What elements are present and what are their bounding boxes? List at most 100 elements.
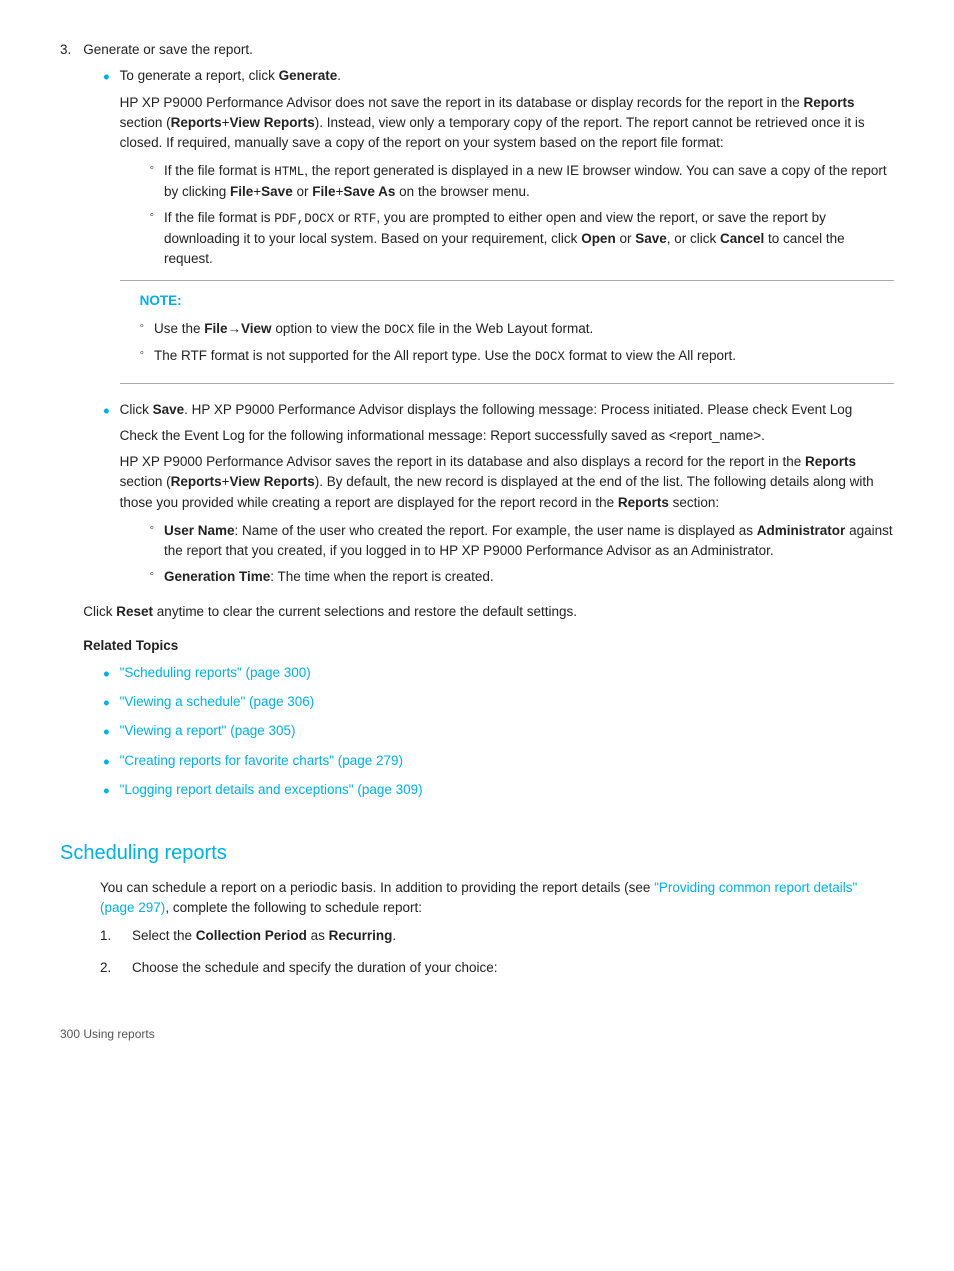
common-report-link[interactable]: "Providing common report details" (page … <box>100 880 857 915</box>
page-content: 3. Generate or save the report. • To gen… <box>60 40 894 1043</box>
gentime-bold: Generation Time <box>164 569 270 584</box>
sched-step1-num: 1. <box>100 926 120 952</box>
related-item-5: • "Logging report details and exceptions… <box>83 780 894 803</box>
related-item-4: • "Creating reports for favorite charts"… <box>83 751 894 774</box>
circle-list-save: ° User Name: Name of the user who create… <box>120 521 894 588</box>
bullet-list-main: • To generate a report, click Generate. … <box>83 66 894 594</box>
related-bullet-4: • <box>103 751 109 774</box>
file-view-bold2: View <box>241 321 272 336</box>
circle-username: ° User Name: Name of the user who create… <box>120 521 894 562</box>
step3-container: 3. Generate or save the report. • To gen… <box>60 40 894 810</box>
bullet-icon-generate: • <box>103 66 109 393</box>
related-topics-heading: Related Topics <box>83 636 894 656</box>
circle-icon-pdf: ° <box>150 208 154 269</box>
collection-period-bold: Collection Period <box>196 928 307 943</box>
circle-pdf-text: If the file format is PDF,DOCX or RTF, y… <box>164 208 894 269</box>
bullet-generate-before: To generate a report, click <box>120 68 279 83</box>
reset-text: Click Reset anytime to clear the current… <box>83 602 894 622</box>
cancel-bold: Cancel <box>720 231 764 246</box>
reset-bold: Reset <box>116 604 153 619</box>
circle-gentime: ° Generation Time: The time when the rep… <box>120 567 894 588</box>
related-bullet-5: • <box>103 780 109 803</box>
scheduling-section: Scheduling reports You can schedule a re… <box>60 838 894 985</box>
bullet-generate-text: To generate a report, click Generate. <box>120 66 894 86</box>
sched-step2-num: 2. <box>100 958 120 984</box>
viewreports-bold: View Reports <box>230 115 315 130</box>
sched-step2-text: Choose the schedule and specify the dura… <box>132 958 497 978</box>
para-save-desc: HP XP P9000 Performance Advisor saves th… <box>120 452 894 513</box>
bullet-save-text: Click Save. HP XP P9000 Performance Advi… <box>120 400 894 420</box>
bullet-generate-period: . <box>337 68 341 83</box>
file-view-bold1: File <box>204 321 227 336</box>
sched-step1-text: Select the Collection Period as Recurrin… <box>132 926 396 946</box>
related-link-5[interactable]: "Logging report details and exceptions" … <box>120 780 423 803</box>
circle-list-generate: ° If the file format is HTML, the report… <box>120 161 894 269</box>
step3-number: 3. <box>60 40 71 810</box>
file-bold2: File <box>312 184 335 199</box>
related-bullet-2: • <box>103 692 109 715</box>
file-bold1: File <box>230 184 253 199</box>
bullet-save: • Click Save. HP XP P9000 Performance Ad… <box>83 400 894 595</box>
related-link-4[interactable]: "Creating reports for favorite charts" (… <box>120 751 403 774</box>
event-log-text: Check the Event Log for the following in… <box>120 426 894 446</box>
bullet-generate-content: To generate a report, click Generate. HP… <box>120 66 894 393</box>
open-bold: Open <box>581 231 616 246</box>
scheduling-intro: You can schedule a report on a periodic … <box>100 878 894 919</box>
note-item-2: ° The RTF format is not supported for th… <box>140 346 894 367</box>
sched-step1: 1. Select the Collection Period as Recur… <box>100 926 894 952</box>
related-item-3: • "Viewing a report" (page 305) <box>83 721 894 744</box>
circle-html-text: If the file format is HTML, the report g… <box>164 161 894 202</box>
related-link-1[interactable]: "Scheduling reports" (page 300) <box>120 663 311 686</box>
rtf-code: RTF <box>354 212 377 226</box>
save-bold2: Save <box>635 231 667 246</box>
bullet-icon-save: • <box>103 400 109 595</box>
related-item-1: • "Scheduling reports" (page 300) <box>83 663 894 686</box>
pdf-code: PDF,DOCX <box>274 212 334 226</box>
reports-save-bold2: Reports <box>171 474 222 489</box>
step3-body: Generate or save the report. • To genera… <box>83 40 894 810</box>
note-circle-1: ° <box>140 319 144 340</box>
admin-bold: Administrator <box>757 523 846 538</box>
note-text-2: The RTF format is not supported for the … <box>154 346 736 367</box>
saveas-bold: Save As <box>343 184 395 199</box>
reports-save-bold3: Reports <box>618 495 669 510</box>
related-bullet-1: • <box>103 663 109 686</box>
circle-pdf: ° If the file format is PDF,DOCX or RTF,… <box>120 208 894 269</box>
circle-username-text: User Name: Name of the user who created … <box>164 521 894 562</box>
circle-html: ° If the file format is HTML, the report… <box>120 161 894 202</box>
note-item-1: ° Use the File→View option to view the D… <box>140 319 894 340</box>
sched-step2: 2. Choose the schedule and specify the d… <box>100 958 894 984</box>
username-bold: User Name <box>164 523 235 538</box>
save-bold1: Save <box>261 184 293 199</box>
viewreports-save-bold: View Reports <box>230 474 315 489</box>
page-footer: 300 Using reports <box>60 1025 894 1043</box>
reports-bold1: Reports <box>803 95 854 110</box>
bullet-save-content: Click Save. HP XP P9000 Performance Advi… <box>120 400 894 595</box>
scheduling-steps: 1. Select the Collection Period as Recur… <box>100 926 894 985</box>
docx-code2: DOCX <box>535 350 565 364</box>
html-code: HTML <box>274 165 304 179</box>
save-action-bold: Save <box>153 402 185 417</box>
scheduling-heading: Scheduling reports <box>60 838 894 868</box>
note-text-1: Use the File→View option to view the DOC… <box>154 319 593 340</box>
circle-icon-username: ° <box>150 521 154 562</box>
page-footer-text: 300 Using reports <box>60 1027 155 1041</box>
note-label: NOTE: <box>140 291 894 311</box>
note-list: ° Use the File→View option to view the D… <box>140 319 894 367</box>
related-topics-list: • "Scheduling reports" (page 300) • "Vie… <box>83 663 894 804</box>
note-circle-2: ° <box>140 346 144 367</box>
related-item-2: • "Viewing a schedule" (page 306) <box>83 692 894 715</box>
reports-save-bold1: Reports <box>805 454 856 469</box>
circle-icon-gentime: ° <box>150 567 154 588</box>
related-link-2[interactable]: "Viewing a schedule" (page 306) <box>120 692 315 715</box>
related-topics: Related Topics • "Scheduling reports" (p… <box>83 636 894 803</box>
circle-gentime-text: Generation Time: The time when the repor… <box>164 567 494 588</box>
step3-text: Generate or save the report. <box>83 40 894 60</box>
generate-bold: Generate <box>279 68 338 83</box>
docx-code1: DOCX <box>384 323 414 337</box>
recurring-bold: Recurring <box>329 928 393 943</box>
reports-bold2: Reports <box>171 115 222 130</box>
related-link-3[interactable]: "Viewing a report" (page 305) <box>120 721 296 744</box>
para-generate-desc: HP XP P9000 Performance Advisor does not… <box>120 93 894 154</box>
bullet-generate: • To generate a report, click Generate. … <box>83 66 894 393</box>
